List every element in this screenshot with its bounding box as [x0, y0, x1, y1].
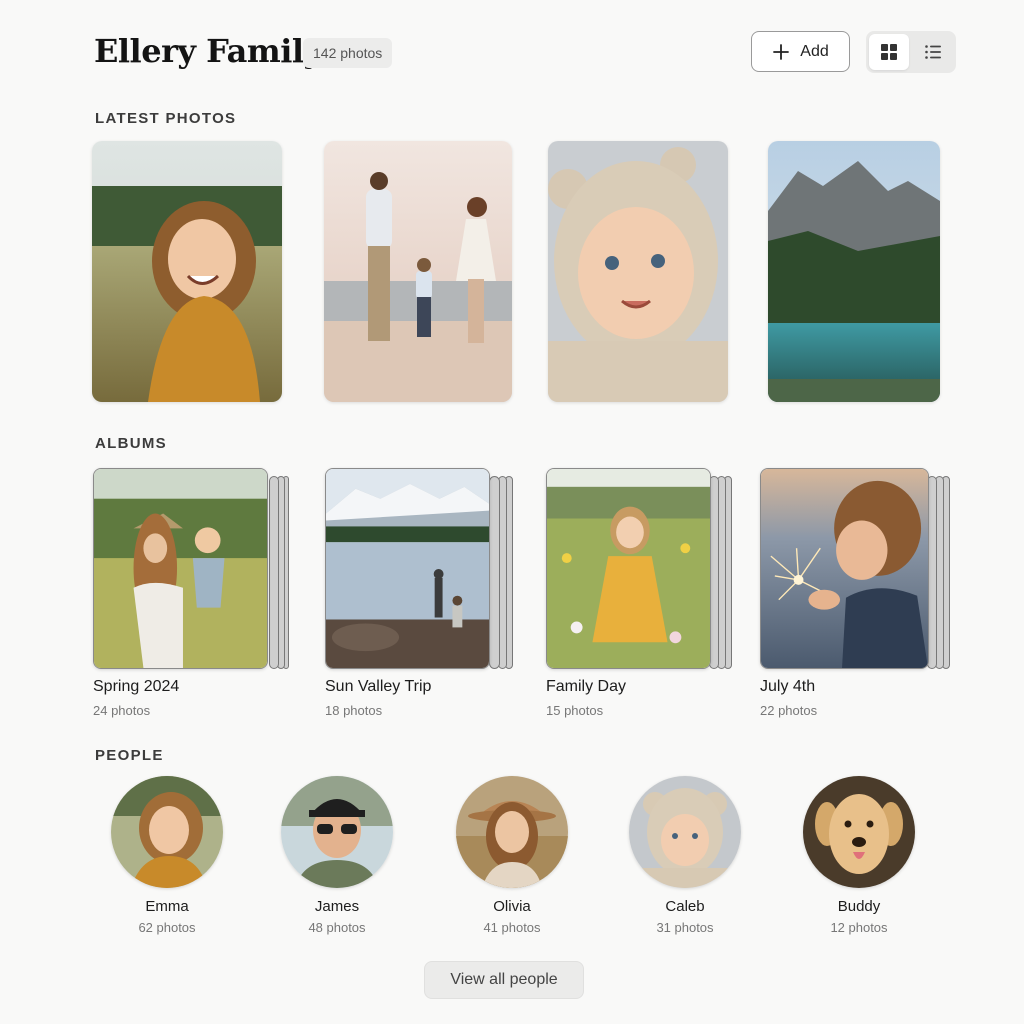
- person-name: Caleb: [665, 898, 705, 915]
- person-name: James: [314, 898, 360, 915]
- add-button-label: Add: [800, 42, 829, 60]
- album-card[interactable]: Sun Valley Trip 18 photos: [325, 468, 525, 718]
- album-cover: [325, 468, 490, 669]
- album-cover: [93, 468, 268, 669]
- album-card[interactable]: Family Day 15 photos: [546, 468, 746, 718]
- album-name: Sun Valley Trip: [325, 678, 432, 695]
- album-count: 24 photos: [93, 703, 151, 718]
- page-header: Ellery Family 142 photos Add: [94, 30, 956, 74]
- person-card[interactable]: Caleb 31 photos: [610, 776, 760, 935]
- page-title: Ellery Family: [94, 32, 322, 70]
- view-all-people-button[interactable]: View all people: [424, 961, 584, 999]
- person-card[interactable]: Buddy 12 photos: [784, 776, 934, 935]
- avatar: [111, 776, 223, 888]
- latest-photo-4[interactable]: [768, 141, 940, 402]
- album-name: Family Day: [546, 678, 627, 695]
- grid-view-button[interactable]: [869, 34, 909, 70]
- avatar: [629, 776, 741, 888]
- person-name: Olivia: [493, 898, 531, 915]
- grid-view-icon: [881, 44, 897, 60]
- photo-count-badge: 142 photos: [303, 38, 393, 68]
- people-heading: PEOPLE: [95, 747, 164, 764]
- album-cover: [760, 468, 929, 669]
- list-view-button[interactable]: [913, 34, 953, 70]
- avatar: [456, 776, 568, 888]
- person-count: 62 photos: [138, 920, 196, 935]
- album-count: 22 photos: [760, 703, 818, 718]
- add-button[interactable]: Add: [751, 31, 850, 72]
- latest-photo-2[interactable]: [324, 141, 512, 402]
- person-card[interactable]: Emma 62 photos: [92, 776, 242, 935]
- album-card[interactable]: Spring 2024 24 photos: [93, 468, 293, 718]
- avatar: [803, 776, 915, 888]
- person-count: 12 photos: [830, 920, 888, 935]
- latest-photo-3[interactable]: [548, 141, 728, 402]
- person-count: 48 photos: [308, 920, 366, 935]
- latest-photo-1[interactable]: [92, 141, 282, 402]
- person-card[interactable]: Olivia 41 photos: [437, 776, 587, 935]
- album-name: Spring 2024: [93, 678, 180, 695]
- album-cover: [546, 468, 711, 669]
- album-count: 18 photos: [325, 703, 383, 718]
- list-view-icon: [925, 45, 941, 59]
- albums-heading: ALBUMS: [95, 435, 167, 452]
- view-toggle: [866, 31, 956, 73]
- album-stack-layer: [489, 476, 500, 669]
- avatar: [281, 776, 393, 888]
- person-count: 41 photos: [483, 920, 541, 935]
- plus-icon: [773, 43, 790, 60]
- person-name: Emma: [145, 898, 189, 915]
- album-name: July 4th: [760, 678, 816, 695]
- latest-photos-heading: LATEST PHOTOS: [95, 110, 237, 127]
- album-stack-layer: [269, 476, 279, 669]
- person-name: Buddy: [837, 898, 881, 915]
- album-count: 15 photos: [546, 703, 604, 718]
- person-count: 31 photos: [656, 920, 714, 935]
- person-card[interactable]: James 48 photos: [262, 776, 412, 935]
- album-card[interactable]: July 4th 22 photos: [760, 468, 960, 718]
